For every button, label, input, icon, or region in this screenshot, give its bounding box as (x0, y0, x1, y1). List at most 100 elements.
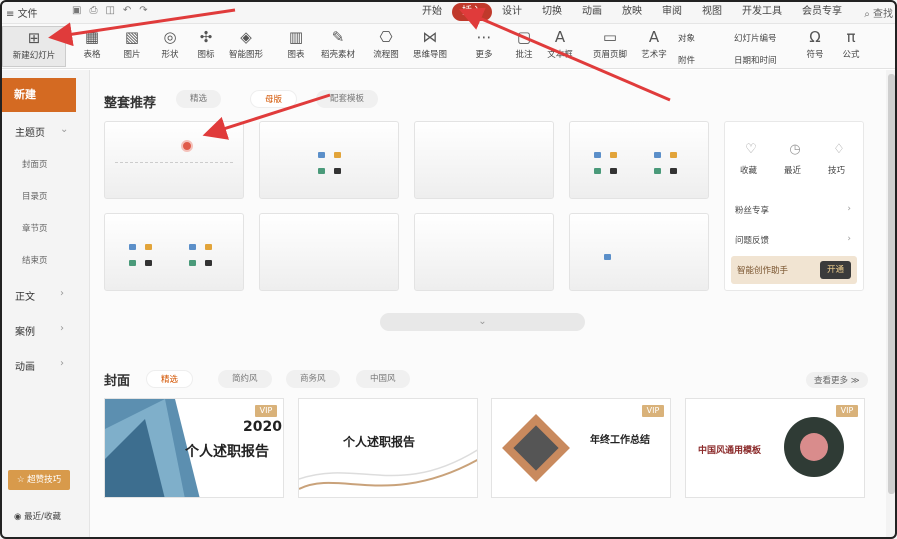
placeholder-icon (145, 260, 152, 266)
preview-icon[interactable]: ◫ (105, 5, 114, 16)
tab-5[interactable]: 放映 (612, 0, 652, 24)
ribbon-icon-4: ◈ (240, 28, 252, 46)
ribbon-right-label-1: 公式 (842, 50, 860, 60)
ribbon-right-button-1[interactable]: π 公式 (836, 26, 866, 67)
tab-0[interactable]: 开始 (412, 0, 452, 24)
double-chevron-down-icon: ⌄ (478, 316, 487, 327)
ribbon-button-10[interactable]: ▢ 批注 (504, 26, 544, 67)
file-menu-label: 文件 (17, 9, 38, 20)
ribbon-button-8[interactable]: ⋈ 思维导图 (410, 26, 450, 67)
ribbon-button-13[interactable]: A 艺术字 (634, 26, 674, 67)
ribbon-right-icon-0: Ω (809, 28, 821, 46)
sidebar-item-case[interactable]: 案例 (15, 323, 35, 338)
template-thumbnail-7[interactable] (569, 213, 709, 291)
file-menu[interactable]: ≡ 文件 (6, 5, 38, 20)
menu-bar: ≡ 文件 ▣ ⎙ ◫ ↶ ↷ 开始 插入 设计 切换 动画 放映 审阅 视图 开发工具 会员专享 … (0, 0, 897, 24)
ribbon-button-12[interactable]: ▭ 页眉页脚 (590, 26, 630, 67)
cover-pill-featured[interactable]: 精选 (146, 370, 194, 388)
chevron-right-icon: › (60, 358, 64, 369)
ribbon-button-11[interactable]: A 文本框 (540, 26, 580, 67)
new-slide-button[interactable]: ⊞ 新建幻灯片 (2, 26, 66, 67)
ribbon-label-9: 更多 (475, 50, 493, 60)
recent-icon[interactable]: ◷ (785, 142, 805, 157)
expand-more-button[interactable]: ⌄ (380, 313, 585, 331)
ribbon-label-1: 图片 (123, 50, 141, 60)
ribbon-button-2[interactable]: ◎ 形状 (150, 26, 190, 67)
ribbon-small-3[interactable]: 日期和时间 (734, 54, 777, 66)
cover-year: 2020 (243, 419, 282, 435)
sidebar-sub-toc[interactable]: 目录页 (22, 190, 48, 202)
recent-favorites[interactable]: ◉ 最近/收藏 (14, 510, 61, 522)
ribbon-button-7[interactable]: ⎔ 流程图 (366, 26, 406, 67)
tab-2[interactable]: 设计 (492, 0, 532, 24)
placeholder-icon (318, 152, 325, 158)
sidebar-item-theme[interactable]: 主题页 (15, 124, 45, 139)
sidebar: 新建 主题页 ⌄ 封面页 目录页 章节页 结束页 正文 › 案例 › 动画 › … (0, 70, 90, 539)
tab-8[interactable]: 开发工具 (732, 0, 792, 24)
ai-open-button[interactable]: 开通 (819, 261, 851, 279)
sidebar-sub-end[interactable]: 结束页 (22, 254, 48, 266)
template-thumbnail-3[interactable] (569, 121, 709, 199)
favorite-label: 收藏 (740, 166, 758, 176)
print-icon[interactable]: ⎙ (89, 5, 97, 16)
scrollbar[interactable] (886, 70, 897, 539)
placeholder-icon (334, 168, 341, 174)
chevron-right-icon: › (847, 234, 851, 244)
placeholder-icon (670, 168, 677, 174)
ribbon-button-4[interactable]: ◈ 智能图形 (226, 26, 266, 67)
tab-3[interactable]: 切换 (532, 0, 572, 24)
ribbon-button-9[interactable]: ⋯ 更多 (464, 26, 504, 67)
redo-icon[interactable]: ↷ (139, 5, 147, 16)
tab-7[interactable]: 视图 (692, 0, 732, 24)
placeholder-icon (205, 244, 212, 250)
sidebar-item-body[interactable]: 正文 (15, 288, 35, 303)
ribbon-button-3[interactable]: ✣ 图标 (186, 26, 226, 67)
cover-pill-simple[interactable]: 简约风 (218, 370, 272, 388)
feedback-link[interactable]: 问题反馈 (735, 234, 769, 246)
sidebar-item-animation[interactable]: 动画 (15, 358, 35, 373)
ribbon-small-1[interactable]: 幻灯片编号 (734, 32, 777, 44)
cover-template-4[interactable]: VIP 中国风通用模板 (685, 398, 865, 498)
cover-pill-business[interactable]: 商务风 (286, 370, 340, 388)
vip-tips-button[interactable]: ☆ 超赞技巧 (8, 470, 70, 490)
template-thumbnail-1[interactable] (259, 121, 399, 199)
cover-template-1[interactable]: VIP 2020 个人述职报告 (104, 398, 284, 498)
tab-6[interactable]: 审阅 (652, 0, 692, 24)
cover-pill-chinese[interactable]: 中国风 (356, 370, 410, 388)
search-box[interactable]: ⌕ 查找 (864, 5, 893, 20)
view-more-link[interactable]: 查看更多 ≫ (806, 372, 868, 388)
template-thumbnail-2[interactable] (414, 121, 554, 199)
ribbon-button-1[interactable]: ▧ 图片 (112, 26, 152, 67)
template-thumbnail-0[interactable] (104, 121, 244, 199)
sidebar-sub-chapter[interactable]: 章节页 (22, 222, 48, 234)
tips-icon[interactable]: ♢ (829, 142, 849, 157)
pill-master[interactable]: 母版 (250, 90, 298, 108)
sidebar-new[interactable]: 新建 (0, 78, 76, 112)
tab-9[interactable]: 会员专享 (792, 0, 852, 24)
template-thumbnail-4[interactable] (104, 213, 244, 291)
ribbon-small-2[interactable]: 附件 (678, 54, 695, 66)
save-icon[interactable]: ▣ (72, 5, 81, 16)
tab-4[interactable]: 动画 (572, 0, 612, 24)
cover-title-4: 中国风通用模板 (698, 446, 762, 456)
ribbon-icon-6: ✎ (331, 28, 345, 46)
sidebar-sub-cover[interactable]: 封面页 (22, 158, 48, 170)
cover-template-2[interactable]: 个人述职报告 (298, 398, 478, 498)
template-thumbnail-5[interactable] (259, 213, 399, 291)
ribbon-button-0[interactable]: ▦ 表格 (72, 26, 112, 67)
favorite-icon[interactable]: ♡ (741, 142, 761, 157)
tab-1[interactable]: 插入 (452, 3, 492, 21)
ribbon-label-13: 艺术字 (641, 50, 667, 60)
cover-template-3[interactable]: VIP 年终工作总结 (491, 398, 671, 498)
ribbon-button-5[interactable]: ▥ 图表 (276, 26, 316, 67)
fans-exclusive-link[interactable]: 粉丝专享 (735, 204, 769, 216)
pill-template-set[interactable]: 配套模板 (316, 90, 379, 108)
pill-featured[interactable]: 精选 (176, 90, 222, 108)
ribbon-right-button-0[interactable]: Ω 符号 (800, 26, 830, 67)
scrollbar-thumb[interactable] (888, 74, 895, 494)
template-thumbnail-6[interactable] (414, 213, 554, 291)
ribbon-small-0[interactable]: 对象 (678, 32, 695, 44)
ribbon-button-6[interactable]: ✎ 稻壳素材 (318, 26, 358, 67)
undo-icon[interactable]: ↶ (123, 5, 131, 16)
ribbon-label-7: 流程图 (373, 50, 399, 60)
